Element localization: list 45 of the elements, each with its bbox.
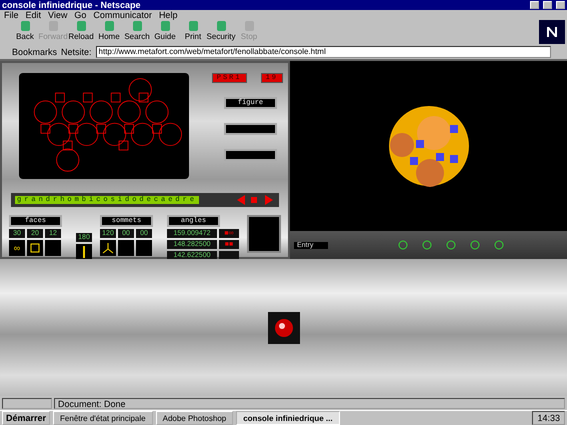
control-icon[interactable] <box>420 239 434 252</box>
bookmarks-button[interactable]: Bookmarks <box>12 46 58 57</box>
window-title: console infiniedrique - Netscape <box>2 0 141 10</box>
control-icon[interactable] <box>492 239 506 252</box>
menu-item[interactable]: Help <box>158 10 178 20</box>
menu-item[interactable]: View <box>48 10 68 20</box>
clock: 14:33 <box>532 411 565 425</box>
menu-item[interactable]: Communicator <box>93 10 152 20</box>
face-symbol: ∞ <box>9 240 25 256</box>
rounded-square-icon <box>158 20 172 32</box>
blank-button[interactable] <box>224 149 277 162</box>
blank-button[interactable] <box>224 123 277 136</box>
control-icon[interactable] <box>468 239 482 252</box>
toolbar-button[interactable]: Home <box>96 20 122 44</box>
rounded-square-icon <box>74 20 88 32</box>
status-box <box>2 398 52 409</box>
vertex-icon <box>100 240 116 256</box>
control-icon[interactable] <box>396 239 410 252</box>
rounded-square-icon <box>186 20 200 32</box>
rounded-square-icon <box>18 20 32 32</box>
navigation-arrows-icon[interactable] <box>235 195 275 206</box>
rounded-square-icon <box>130 20 144 32</box>
netsite-label: Netsite: <box>61 46 92 57</box>
start-button[interactable]: Démarrer <box>2 411 50 425</box>
browser-logo <box>539 20 565 44</box>
toolbar-button[interactable]: Guide <box>152 20 178 44</box>
status-text: Document: Done <box>54 398 565 409</box>
toolbar-button[interactable]: Reload <box>68 20 94 44</box>
toolbar-button[interactable]: Print <box>180 20 206 44</box>
preview-panel <box>247 215 281 254</box>
taskbar-button[interactable]: console infiniedrique ... <box>236 411 340 425</box>
menu-item[interactable]: Edit <box>26 10 42 20</box>
taskbar-button[interactable]: Fenêtre d'état principale <box>53 411 153 425</box>
control-icon[interactable] <box>444 239 458 252</box>
menu-item[interactable]: Go <box>74 10 86 20</box>
menu-item[interactable]: File <box>4 10 19 20</box>
edge-icon <box>76 244 92 260</box>
rounded-square-icon <box>102 20 116 32</box>
toolbar-button[interactable]: Search <box>124 20 150 44</box>
url-field[interactable]: http://www.metafort.com/web/metafort/fenollabbate/console.html <box>96 46 551 58</box>
square-icon <box>27 240 43 256</box>
toolbar-button[interactable]: Back <box>12 20 38 44</box>
taskbar-button[interactable]: Adobe Photoshop <box>156 411 234 425</box>
toolbar-button[interactable]: Security <box>208 20 234 44</box>
rounded-square-icon <box>214 20 228 32</box>
